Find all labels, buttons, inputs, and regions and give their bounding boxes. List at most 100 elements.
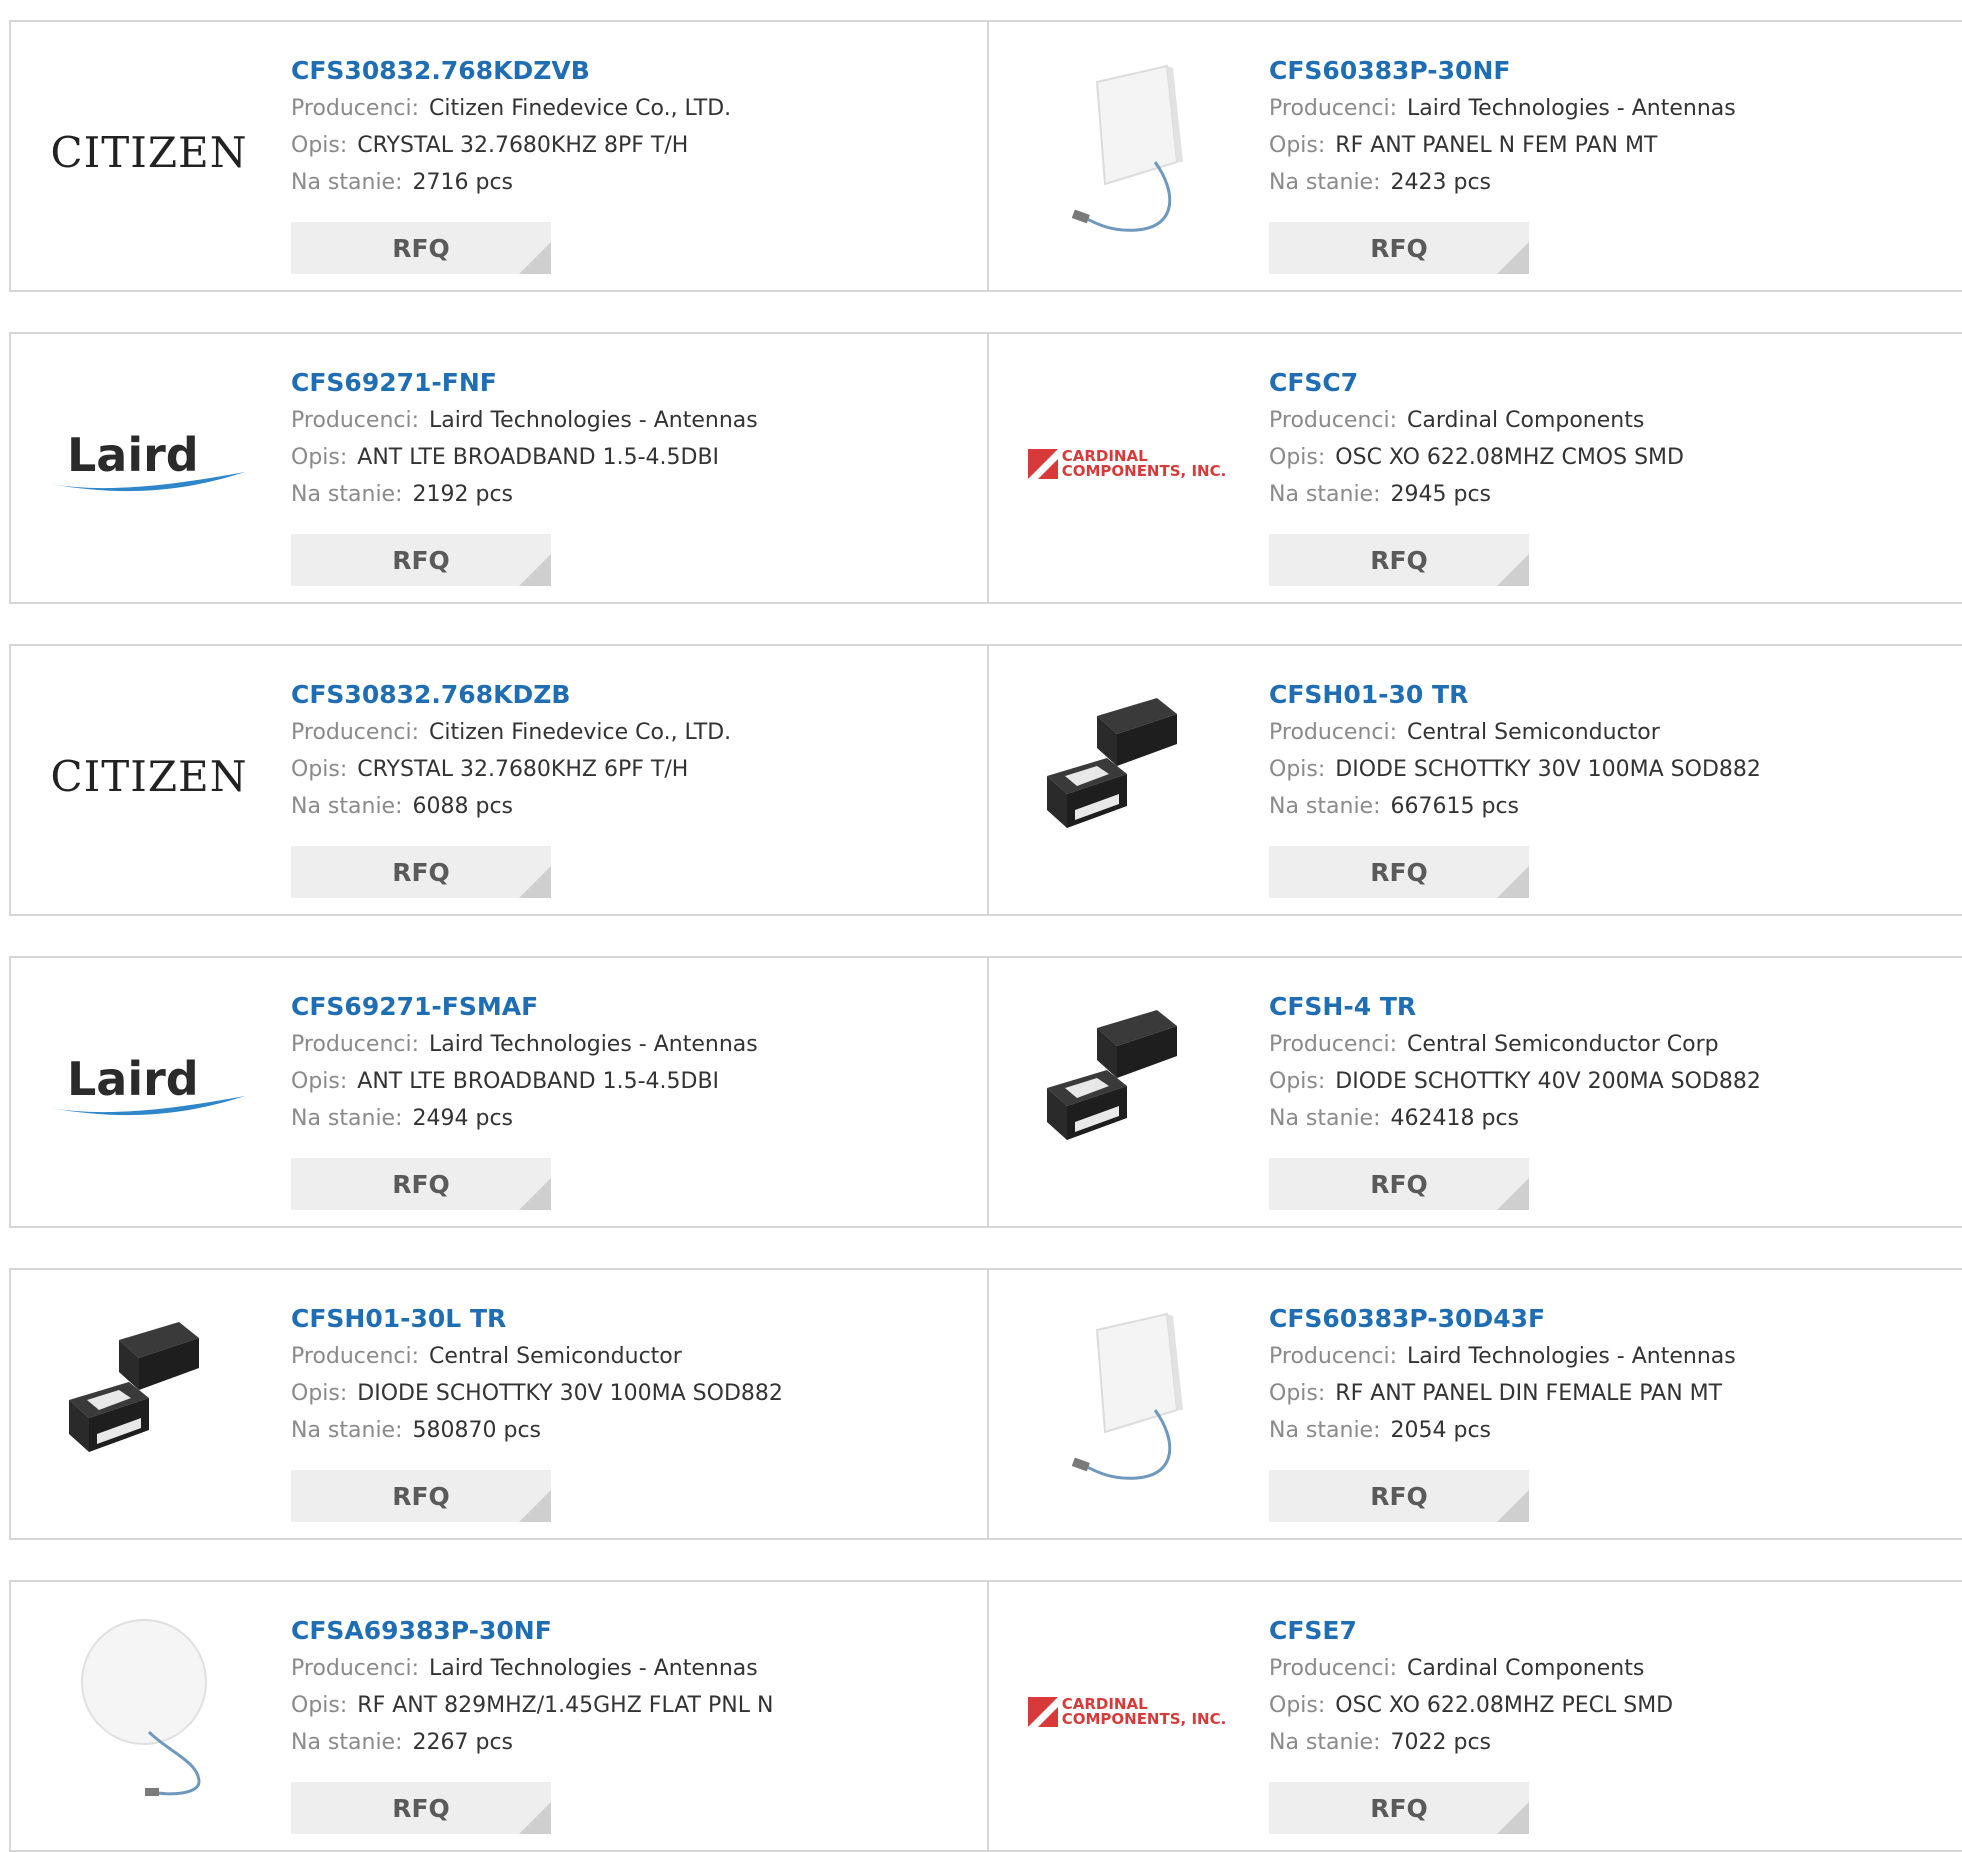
description-value: OSC XO 622.08MHZ PECL SMD: [1335, 1693, 1674, 1718]
rfq-button[interactable]: RFQ: [1269, 846, 1529, 898]
product-image[interactable]: [49, 1612, 249, 1812]
rfq-button[interactable]: RFQ: [1269, 534, 1529, 586]
laird-swoosh-icon: [51, 1096, 245, 1116]
description-value: ANT LTE BROADBAND 1.5-4.5DBI: [357, 445, 720, 470]
product-image[interactable]: CITIZEN: [49, 676, 249, 876]
product-card: CFS60383P-30NF Producenci: Laird Technolog…: [989, 22, 1962, 290]
rfq-button[interactable]: RFQ: [291, 1470, 551, 1522]
part-number-link[interactable]: CFS60383P-30NF: [1269, 52, 1736, 90]
rfq-corner-decoration: [519, 1178, 551, 1210]
description-value: CRYSTAL 32.7680KHZ 6PF T/H: [357, 757, 689, 782]
manufacturer-label: Producenci:: [1269, 1656, 1398, 1681]
manufacturer-label: Producenci:: [291, 1656, 420, 1681]
description-value: RF ANT 829MHZ/1.45GHZ FLAT PNL N: [357, 1693, 774, 1718]
description-label: Opis:: [1269, 1381, 1326, 1406]
rfq-button[interactable]: RFQ: [1269, 1782, 1529, 1834]
stock-label: Na stanie:: [1269, 794, 1381, 819]
manufacturer-value: Laird Technologies - Antennas: [429, 408, 758, 433]
manufacturer-value: Citizen Finedevice Co., LTD.: [429, 96, 732, 121]
stock-line: Na stanie: 6088 pcs: [291, 788, 731, 825]
manufacturer-line: Producenci: Cardinal Components: [1269, 1650, 1673, 1687]
product-image[interactable]: [49, 1300, 249, 1500]
part-number-link[interactable]: CFSH01-30 TR: [1269, 676, 1761, 714]
manufacturer-line: Producenci: Laird Technologies - Antennas: [291, 1026, 758, 1063]
rfq-label: RFQ: [392, 233, 450, 263]
stock-value: 2494 pcs: [412, 1106, 514, 1131]
product-image[interactable]: [1027, 52, 1227, 252]
rfq-button[interactable]: RFQ: [291, 534, 551, 586]
stock-label: Na stanie:: [1269, 170, 1381, 195]
stock-line: Na stanie: 2192 pcs: [291, 476, 758, 513]
stock-label: Na stanie:: [291, 1106, 403, 1131]
rfq-button[interactable]: RFQ: [291, 846, 551, 898]
product-row: Laird CFS69271-FSMAF Producenci: Laird Tech…: [9, 956, 1962, 1228]
description-label: Opis:: [1269, 445, 1326, 470]
manufacturer-line: Producenci: Central Semiconductor Corp: [1269, 1026, 1761, 1063]
description-line: Opis: RF ANT PANEL DIN FEMALE PAN MT: [1269, 1375, 1736, 1412]
part-number-link[interactable]: CFS30832.768KDZB: [291, 676, 731, 714]
rfq-corner-decoration: [519, 554, 551, 586]
part-number-link[interactable]: CFS30832.768KDZVB: [291, 52, 731, 90]
rfq-button[interactable]: RFQ: [1269, 1470, 1529, 1522]
part-number-link[interactable]: CFSH01-30L TR: [291, 1300, 783, 1338]
rfq-corner-decoration: [1497, 242, 1529, 274]
product-image[interactable]: CITIZEN: [49, 52, 249, 252]
product-card: CFS60383P-30D43F Producenci: Laird Technol…: [989, 1270, 1962, 1538]
panel-antenna-icon: [1070, 64, 1185, 232]
product-info: CFSH-4 TR Producenci: Central Semiconducto…: [1269, 988, 1761, 1137]
product-image[interactable]: Laird: [49, 988, 249, 1188]
description-line: Opis: DIODE SCHOTTKY 40V 200MA SOD882: [1269, 1063, 1761, 1100]
manufacturer-label: Producenci:: [1269, 1344, 1398, 1369]
product-info: CFS69271-FNF Producenci: Laird Technologie…: [291, 364, 758, 513]
rfq-button[interactable]: RFQ: [291, 1158, 551, 1210]
rfq-button[interactable]: RFQ: [291, 222, 551, 274]
stock-value: 2716 pcs: [412, 170, 514, 195]
product-image[interactable]: CARDINAL COMPONENTS, INC.: [1027, 364, 1227, 564]
citizen-logo: CITIZEN: [50, 751, 248, 801]
description-value: DIODE SCHOTTKY 30V 100MA SOD882: [357, 1381, 783, 1406]
stock-line: Na stanie: 2945 pcs: [1269, 476, 1684, 513]
manufacturer-value: Central Semiconductor: [429, 1344, 682, 1369]
part-number-link[interactable]: CFS69271-FNF: [291, 364, 758, 402]
product-card: CARDINAL COMPONENTS, INC. CFSE7 Producenci:…: [989, 1582, 1962, 1850]
rfq-corner-decoration: [1497, 1178, 1529, 1210]
stock-label: Na stanie:: [1269, 482, 1381, 507]
description-line: Opis: OSC XO 622.08MHZ PECL SMD: [1269, 1687, 1673, 1724]
cardinal-logo: CARDINAL COMPONENTS, INC.: [1027, 449, 1226, 479]
product-image[interactable]: [1027, 676, 1227, 876]
product-image[interactable]: [1027, 988, 1227, 1188]
manufacturer-label: Producenci:: [291, 408, 420, 433]
product-image[interactable]: CARDINAL COMPONENTS, INC.: [1027, 1612, 1227, 1812]
stock-line: Na stanie: 2494 pcs: [291, 1100, 758, 1137]
stock-label: Na stanie:: [1269, 1418, 1381, 1443]
part-number-link[interactable]: CFSE7: [1269, 1612, 1673, 1650]
product-image[interactable]: [1027, 1300, 1227, 1500]
description-label: Opis:: [1269, 1693, 1326, 1718]
rfq-corner-decoration: [1497, 1490, 1529, 1522]
description-label: Opis:: [1269, 1069, 1326, 1094]
part-number-link[interactable]: CFS60383P-30D43F: [1269, 1300, 1736, 1338]
description-line: Opis: RF ANT PANEL N FEM PAN MT: [1269, 127, 1736, 164]
product-image[interactable]: Laird: [49, 364, 249, 564]
description-line: Opis: OSC XO 622.08MHZ CMOS SMD: [1269, 439, 1684, 476]
rfq-button[interactable]: RFQ: [1269, 222, 1529, 274]
description-label: Opis:: [291, 1069, 348, 1094]
part-number-link[interactable]: CFSA69383P-30NF: [291, 1612, 773, 1650]
description-value: CRYSTAL 32.7680KHZ 8PF T/H: [357, 133, 689, 158]
cardinal-mark-icon: [1027, 1697, 1058, 1727]
diode-package-icon: [69, 1322, 199, 1452]
rfq-button[interactable]: RFQ: [1269, 1158, 1529, 1210]
rfq-label: RFQ: [1370, 1169, 1428, 1199]
product-card: Laird CFS69271-FSMAF Producenci: Laird Tech…: [11, 958, 989, 1226]
stock-line: Na stanie: 462418 pcs: [1269, 1100, 1761, 1137]
description-line: Opis: CRYSTAL 32.7680KHZ 6PF T/H: [291, 751, 731, 788]
part-number-link[interactable]: CFSC7: [1269, 364, 1684, 402]
part-number-link[interactable]: CFS69271-FSMAF: [291, 988, 758, 1026]
product-info: CFSC7 Producenci: Cardinal Components Opis:…: [1269, 364, 1684, 513]
product-info: CFS30832.768KDZB Producenci: Citizen Fined…: [291, 676, 731, 825]
manufacturer-value: Laird Technologies - Antennas: [1407, 96, 1736, 121]
manufacturer-line: Producenci: Cardinal Components: [1269, 402, 1684, 439]
diode-package-icon: [1047, 698, 1177, 828]
part-number-link[interactable]: CFSH-4 TR: [1269, 988, 1761, 1026]
rfq-button[interactable]: RFQ: [291, 1782, 551, 1834]
